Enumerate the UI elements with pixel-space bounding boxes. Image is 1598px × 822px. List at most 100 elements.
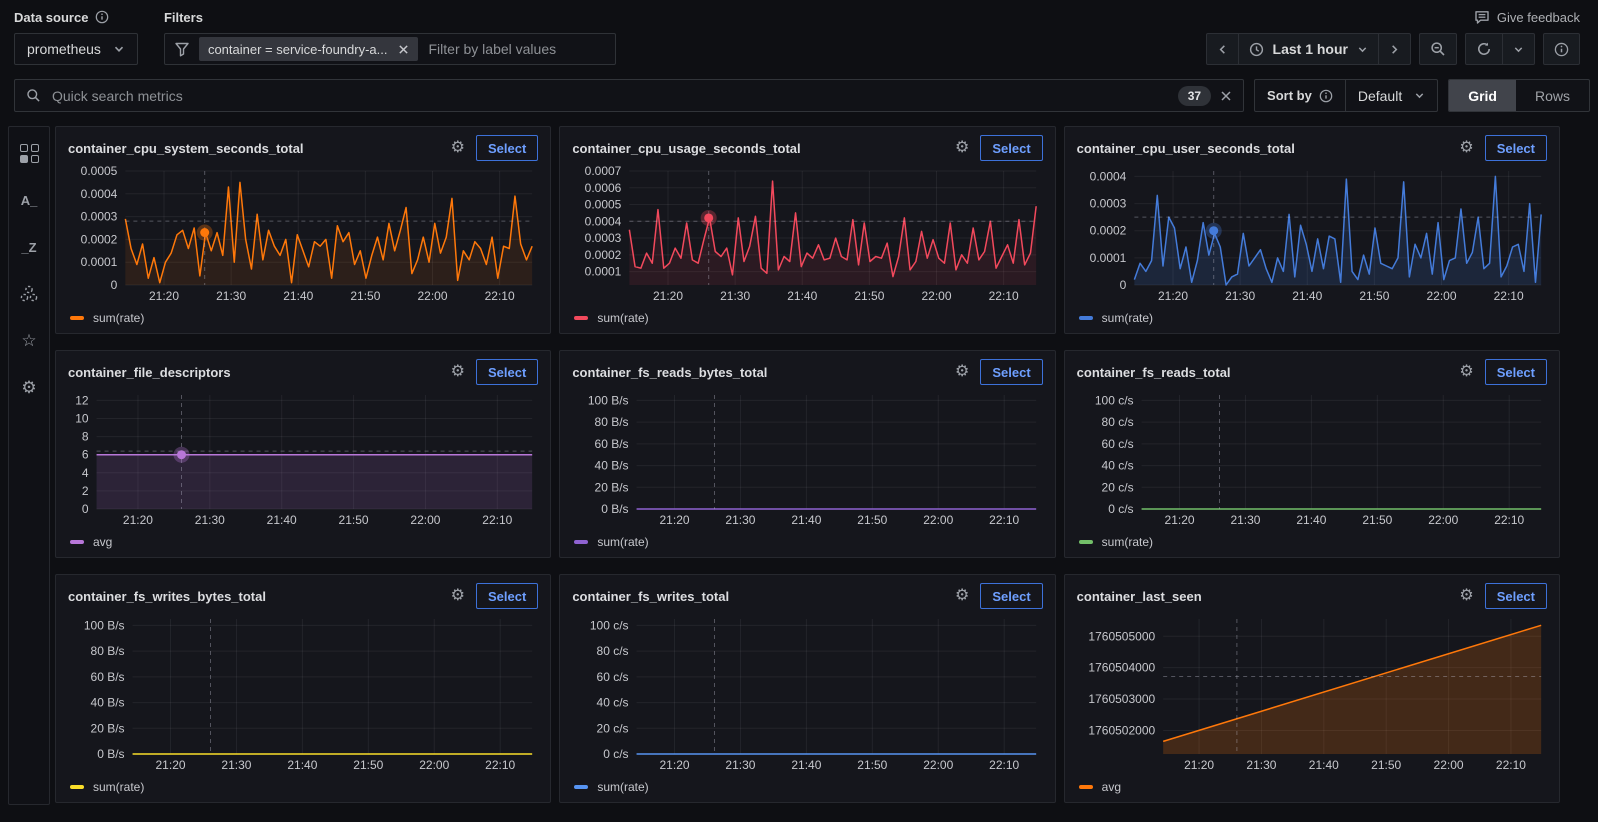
refresh-button[interactable] xyxy=(1465,33,1503,65)
chart-svg[interactable]: 0.0001 0.0002 0.0003 0.0004 0.0005 0.0006 0.00… xyxy=(572,163,1042,305)
panel-chart[interactable]: 0 2 4 6 8 10 12 21:20 21:30 21:40 21:50 22:00 22:10 xyxy=(68,387,538,529)
metrics-grid: container_cpu_system_seconds_total ⚙ Sel… xyxy=(55,126,1560,805)
metric-prefix-filter-icon[interactable] xyxy=(17,141,41,165)
metric-search-box[interactable]: 37 xyxy=(14,79,1245,112)
panel-header: container_fs_reads_total ⚙ Select xyxy=(1077,357,1547,387)
svg-text:21:40: 21:40 xyxy=(792,758,822,772)
chevron-down-icon xyxy=(113,43,125,55)
svg-text:20 c/s: 20 c/s xyxy=(1101,480,1133,494)
panel-select-button[interactable]: Select xyxy=(476,583,539,609)
panel-config-gear-icon[interactable]: ⚙ xyxy=(451,588,465,604)
svg-text:22:00: 22:00 xyxy=(922,289,952,303)
panel-legend-item[interactable]: avg xyxy=(68,529,538,555)
panel-config-gear-icon[interactable]: ⚙ xyxy=(955,364,969,380)
refresh-interval-dropdown[interactable] xyxy=(1502,33,1535,65)
info-icon[interactable] xyxy=(1319,89,1333,103)
filter-chip-text: container = service-foundry-a... xyxy=(207,41,388,57)
comment-bubble-icon xyxy=(1474,9,1490,25)
chart-svg[interactable]: 0 0.0001 0.0002 0.0003 0.0004 0.0005 21:20 21:3… xyxy=(68,163,538,305)
panel-config-gear-icon[interactable]: ⚙ xyxy=(1459,588,1473,604)
info-icon[interactable] xyxy=(95,10,109,24)
panel-chart[interactable]: 0 0.0001 0.0002 0.0003 0.0004 21:20 21:30 21:40… xyxy=(1077,163,1547,305)
panel-chart[interactable]: 0 c/s 20 c/s 40 c/s 60 c/s 80 c/s 100 c/s 21:2… xyxy=(1077,387,1547,529)
chart-svg[interactable]: 0 c/s 20 c/s 40 c/s 60 c/s 80 c/s 100 c/s 21:2… xyxy=(572,611,1042,774)
panel-legend-item[interactable]: sum(rate) xyxy=(572,774,1042,800)
svg-text:0.0003: 0.0003 xyxy=(1089,197,1126,211)
chart-svg[interactable]: 0 B/s 20 B/s 40 B/s 60 B/s 80 B/s 100 B/s 21:2… xyxy=(572,387,1042,529)
svg-text:80 c/s: 80 c/s xyxy=(1101,415,1133,429)
sort-select[interactable]: Default xyxy=(1344,80,1437,111)
settings-gear-icon[interactable]: ⚙ xyxy=(17,376,41,400)
bookmarks-star-icon[interactable]: ☆ xyxy=(17,329,41,353)
time-range-picker[interactable]: Last 1 hour xyxy=(1237,33,1379,65)
panel-select-button[interactable]: Select xyxy=(476,359,539,385)
sort-alphabetical-desc-icon[interactable]: _Z xyxy=(17,235,41,259)
panel-select-button[interactable]: Select xyxy=(1484,583,1547,609)
view-grid-option[interactable]: Grid xyxy=(1449,80,1516,111)
svg-text:0: 0 xyxy=(82,502,89,516)
panel-chart[interactable]: 0 B/s 20 B/s 40 B/s 60 B/s 80 B/s 100 B/s 21:2… xyxy=(572,387,1042,529)
svg-text:0.0004: 0.0004 xyxy=(1089,169,1126,183)
panel-legend-item[interactable]: sum(rate) xyxy=(68,305,538,331)
panel-legend-item[interactable]: sum(rate) xyxy=(1077,529,1547,555)
clear-search-icon[interactable] xyxy=(1220,90,1232,102)
svg-text:21:20: 21:20 xyxy=(1164,513,1194,527)
group-by-labels-icon[interactable] xyxy=(17,282,41,306)
apps-grid-icon xyxy=(19,143,39,163)
zoom-out-button[interactable] xyxy=(1419,33,1457,65)
metric-panel: container_cpu_user_seconds_total ⚙ Selec… xyxy=(1063,126,1560,334)
panel-header: container_cpu_user_seconds_total ⚙ Selec… xyxy=(1077,133,1547,163)
time-shift-back-button[interactable] xyxy=(1205,33,1239,65)
panel-legend-item[interactable]: sum(rate) xyxy=(572,529,1042,555)
panel-select-button[interactable]: Select xyxy=(980,359,1043,385)
panel-select-button[interactable]: Select xyxy=(980,135,1043,161)
chart-svg[interactable]: 1760502000 1760503000 1760504000 1760505000… xyxy=(1077,611,1547,774)
chart-svg[interactable]: 0 c/s 20 c/s 40 c/s 60 c/s 80 c/s 100 c/s 21:2… xyxy=(1077,387,1547,529)
panel-legend-item[interactable]: sum(rate) xyxy=(572,305,1042,331)
info-icon xyxy=(1554,42,1569,57)
panel-config-gear-icon[interactable]: ⚙ xyxy=(955,140,969,156)
panel-select-button[interactable]: Select xyxy=(980,583,1043,609)
metric-search-input[interactable] xyxy=(50,86,1169,105)
filter-chip[interactable]: container = service-foundry-a... xyxy=(198,37,418,61)
filter-values-input[interactable] xyxy=(426,40,606,58)
panel-header: container_fs_writes_total ⚙ Select xyxy=(572,581,1043,611)
sort-alphabetical-asc-icon[interactable]: A_ xyxy=(17,188,41,212)
panel-chart[interactable]: 0 B/s 20 B/s 40 B/s 60 B/s 80 B/s 100 B/s 21:2… xyxy=(68,611,538,774)
give-feedback-link[interactable]: Give feedback xyxy=(1474,6,1580,28)
time-shift-forward-button[interactable] xyxy=(1378,33,1411,65)
panel-select-button[interactable]: Select xyxy=(1484,135,1547,161)
panel-select-button[interactable]: Select xyxy=(476,135,539,161)
svg-text:2: 2 xyxy=(82,484,89,498)
panel-legend-item[interactable]: sum(rate) xyxy=(68,774,538,800)
panel-title: container_fs_reads_bytes_total xyxy=(572,364,768,380)
panel-select-button[interactable]: Select xyxy=(1484,359,1547,385)
panel-chart[interactable]: 1760502000 1760503000 1760504000 1760505000… xyxy=(1077,611,1547,774)
chevron-left-icon xyxy=(1217,44,1228,55)
panel-title: container_fs_writes_total xyxy=(572,588,730,604)
panel-config-gear-icon[interactable]: ⚙ xyxy=(1459,140,1473,156)
filters-input[interactable]: container = service-foundry-a... xyxy=(163,33,616,65)
panel-header: container_fs_reads_bytes_total ⚙ Select xyxy=(572,357,1043,387)
legend-series-label: avg xyxy=(93,535,113,549)
panel-config-gear-icon[interactable]: ⚙ xyxy=(451,364,465,380)
panel-legend-item[interactable]: sum(rate) xyxy=(1077,305,1547,331)
panel-config-gear-icon[interactable]: ⚙ xyxy=(451,140,465,156)
chart-svg[interactable]: 0 2 4 6 8 10 12 21:20 21:30 21:40 21:50 22:00 22:10 xyxy=(68,387,538,529)
chart-svg[interactable]: 0 B/s 20 B/s 40 B/s 60 B/s 80 B/s 100 B/s 21:2… xyxy=(68,611,538,774)
top-right-controls: Give feedback Last 1 hour xyxy=(1205,6,1580,65)
chart-svg[interactable]: 0 0.0001 0.0002 0.0003 0.0004 21:20 21:30 21:40… xyxy=(1077,163,1547,305)
panel-config-gear-icon[interactable]: ⚙ xyxy=(955,588,969,604)
svg-text:100 c/s: 100 c/s xyxy=(590,618,629,632)
panel-chart[interactable]: 0.0001 0.0002 0.0003 0.0004 0.0005 0.0006 0.00… xyxy=(572,163,1042,305)
view-rows-option[interactable]: Rows xyxy=(1516,80,1589,111)
info-button[interactable] xyxy=(1543,33,1580,65)
panel-chart[interactable]: 0 c/s 20 c/s 40 c/s 60 c/s 80 c/s 100 c/s 21:2… xyxy=(572,611,1042,774)
remove-filter-icon[interactable] xyxy=(398,44,409,55)
legend-series-label: sum(rate) xyxy=(597,311,649,325)
svg-text:21:40: 21:40 xyxy=(1296,513,1326,527)
panel-config-gear-icon[interactable]: ⚙ xyxy=(1459,364,1473,380)
panel-chart[interactable]: 0 0.0001 0.0002 0.0003 0.0004 0.0005 21:20 21:3… xyxy=(68,163,538,305)
datasource-picker[interactable]: prometheus xyxy=(14,33,138,65)
panel-legend-item[interactable]: avg xyxy=(1077,774,1547,800)
